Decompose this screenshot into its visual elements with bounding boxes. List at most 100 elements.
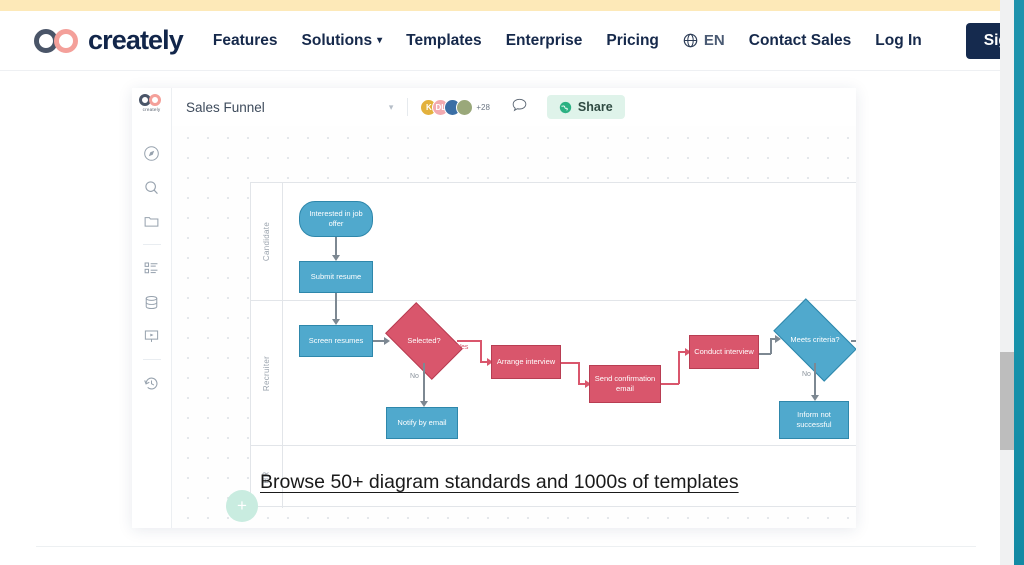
history-icon	[144, 377, 158, 390]
edge-label-no-criteria: No	[802, 371, 811, 378]
swimlane-title: Recruiter	[262, 355, 271, 391]
app-sidebar: creately	[132, 88, 172, 528]
globe-icon	[559, 101, 572, 113]
node-arrange-interview[interactable]: Arrange interview	[491, 345, 561, 379]
node-send-confirmation-email[interactable]: Send confirmation email	[589, 365, 661, 403]
nav-item-log-in[interactable]: Log In	[875, 32, 922, 50]
edge-n7-n8-rise	[678, 351, 680, 384]
nav-item-pricing[interactable]: Pricing	[606, 32, 659, 50]
nav-label: Pricing	[606, 31, 659, 49]
node-label: Send confirmation email	[594, 374, 656, 393]
swimlane-header: Candidate	[251, 183, 283, 300]
language-label: EN	[703, 32, 725, 49]
app-logo[interactable]: creately	[137, 94, 167, 124]
node-label: Interested in job offer	[309, 209, 363, 228]
sidebar-item-presentation[interactable]	[132, 319, 172, 353]
title-dropdown-icon[interactable]: ▾	[389, 102, 394, 113]
sidebar-divider	[142, 359, 161, 360]
nav-item-solutions[interactable]: Solutions ▾	[302, 32, 383, 50]
shape-library-icon	[144, 261, 158, 273]
sidebar-item-search[interactable]	[132, 170, 172, 204]
edge-criteria-no	[814, 363, 816, 399]
brand-wordmark: creately	[88, 25, 184, 55]
sidebar-item-history[interactable]	[132, 366, 172, 400]
share-label: Share	[577, 100, 613, 114]
language-selector[interactable]: EN	[683, 32, 725, 49]
sidebar-divider	[142, 244, 161, 245]
collaborator-avatars[interactable]: K DL	[420, 98, 474, 116]
creately-mini-logo-icon	[138, 94, 165, 106]
top-promo-strip	[0, 0, 1009, 11]
chevron-down-icon: ▾	[377, 35, 383, 46]
swimlane-header: Recruiter	[251, 301, 283, 445]
sidebar-item-folder[interactable]	[132, 204, 172, 238]
edge-n6-n7	[561, 362, 579, 364]
globe-icon	[683, 33, 698, 48]
compass-icon	[144, 145, 159, 161]
node-conduct-interview[interactable]: Conduct interview	[689, 335, 759, 369]
node-selected-decision[interactable]: Selected?	[385, 302, 463, 380]
nav-item-contact-sales[interactable]: Contact Sales	[749, 32, 852, 50]
node-label: Arrange interview	[496, 357, 556, 367]
node-notify-by-email[interactable]: Notify by email	[386, 407, 458, 439]
node-submit-resume[interactable]: Submit resume	[299, 261, 373, 293]
brand-logo[interactable]: creately	[34, 25, 184, 56]
edge-label-no-selected: No	[410, 373, 419, 380]
edge-selected-yes-drop	[480, 340, 482, 362]
browse-templates-link[interactable]: Browse 50+ diagram standards and 1000s o…	[260, 471, 739, 494]
node-label: Screen resumes	[308, 336, 364, 346]
sidebar-item-shape-library[interactable]	[132, 251, 172, 285]
right-edge-strip	[1014, 0, 1024, 565]
node-label: Inform not successful	[796, 410, 832, 429]
share-button[interactable]: Share	[546, 95, 625, 119]
avatar[interactable]	[456, 98, 474, 116]
toolbar-divider	[407, 98, 409, 116]
nav-item-enterprise[interactable]: Enterprise	[506, 32, 583, 50]
nav-label: Templates	[406, 31, 482, 49]
node-inform-not-successful[interactable]: Inform not successful	[779, 401, 849, 439]
edge-selected-no	[423, 363, 425, 405]
app-main: Sales Funnel ▾ K DL +28 Share Candidate …	[172, 88, 856, 528]
folder-icon	[144, 216, 159, 227]
scrollbar-track[interactable]	[1000, 0, 1014, 565]
nav-item-features[interactable]: Features	[213, 32, 278, 50]
search-icon	[145, 180, 158, 194]
diagram-canvas[interactable]: Candidate Recruiter HR Interested in job…	[172, 126, 856, 528]
add-shape-button[interactable]: +	[226, 490, 258, 522]
sidebar-item-compass[interactable]	[132, 136, 172, 170]
scrollbar-thumb[interactable]	[1000, 352, 1014, 450]
document-title[interactable]: Sales Funnel	[186, 100, 265, 115]
app-logo-word: creately	[142, 107, 161, 112]
edge-criteria-yes	[851, 340, 856, 342]
nav-label: Features	[212, 31, 278, 49]
presentation-icon	[144, 329, 159, 342]
edge-n7-n8	[661, 383, 679, 385]
edge-selected-yes	[457, 340, 481, 342]
database-icon	[145, 295, 158, 309]
node-label: Selected?	[407, 336, 441, 346]
comment-bubble-icon[interactable]	[512, 98, 527, 117]
node-screen-resumes[interactable]: Screen resumes	[299, 325, 373, 357]
node-meets-criteria-decision[interactable]: Meets criteria?	[773, 298, 856, 382]
swimlane-frame: Candidate Recruiter HR Interested in job…	[250, 182, 856, 508]
primary-nav: Features Solutions ▾ Templates Enterpris…	[213, 22, 1024, 59]
edge-n6-n7-drop	[578, 362, 580, 384]
node-label: Notify by email	[397, 418, 447, 428]
swimlane-title: Candidate	[262, 221, 271, 262]
nav-label: Contact Sales	[748, 31, 852, 49]
edge-label-yes-selected: Yes	[457, 344, 469, 351]
app-toolbar: Sales Funnel ▾ K DL +28 Share	[172, 88, 856, 126]
edge-n8-n9-rise	[770, 338, 772, 354]
section-divider	[36, 546, 976, 547]
sidebar-item-database[interactable]	[132, 285, 172, 319]
avatar-overflow-count[interactable]: +28	[476, 103, 490, 112]
node-interested-in-job-offer[interactable]: Interested in job offer	[299, 201, 373, 237]
nav-label: Solutions	[301, 31, 373, 49]
nav-label: Log In	[875, 31, 922, 49]
nav-label: Enterprise	[505, 31, 583, 49]
node-label: Submit resume	[310, 272, 362, 282]
node-label: Meets criteria?	[790, 335, 840, 345]
site-navbar: creately Features Solutions ▾ Templates …	[0, 11, 1024, 71]
nav-item-templates[interactable]: Templates	[406, 32, 482, 50]
node-label: Conduct interview	[694, 347, 754, 357]
